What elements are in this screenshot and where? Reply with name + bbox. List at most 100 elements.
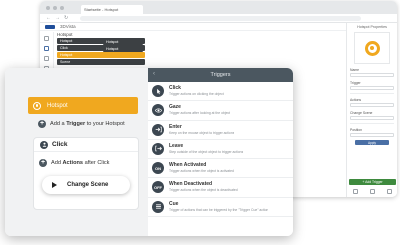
field-input[interactable] [350, 133, 394, 137]
trigger-text: Enter Keep on the mouse object to trigger… [169, 124, 234, 135]
cue-icon [152, 200, 164, 213]
trigger-item-cue[interactable]: Cue Trigger of actions that can be trigge… [148, 198, 293, 218]
add-actions-prefix: Add [51, 160, 63, 166]
app-logo-icon [45, 24, 55, 29]
trigger-description: Trigger actions when the object is activ… [169, 169, 234, 174]
user-icon [40, 140, 48, 149]
field-input[interactable] [350, 86, 394, 90]
forward-icon[interactable]: → [55, 15, 60, 21]
click-trigger-header[interactable]: Click [34, 138, 138, 152]
browser-titlebar: Startseite - Hotspot [40, 1, 397, 14]
object-list-row[interactable]: Hotspot [103, 39, 143, 45]
eye-icon [152, 104, 164, 117]
app-header: 3DVista [40, 23, 397, 31]
trigger-description: Trigger of actions that can be triggered… [169, 207, 269, 212]
tool-icon[interactable] [44, 46, 49, 51]
trigger-item-when-deactivated[interactable]: OFF When Deactivated Trigger actions when … [148, 178, 293, 198]
address-bar[interactable] [80, 15, 361, 21]
field-label: Name [350, 68, 360, 72]
add-trigger-button[interactable]: + Add Trigger [349, 179, 396, 185]
trigger-text: When Deactivated Trigger actions when the… [169, 181, 238, 192]
properties-title: Hotspot Properties [357, 25, 387, 29]
footer-icon[interactable] [353, 189, 358, 194]
field-input[interactable] [350, 103, 394, 107]
enter-icon [152, 123, 164, 136]
trigger-item-enter[interactable]: Enter Keep on the mouse object to trigger… [148, 121, 293, 140]
trigger-text: Click Trigger actions on clicking the obj… [169, 85, 224, 96]
add-trigger-suffix: to your Hotspot [85, 121, 125, 127]
add-actions-suffix: after Click [83, 160, 110, 166]
trigger-text: Leave Step outside of the object object t… [169, 143, 243, 154]
chevron-left-icon[interactable]: ‹ [153, 71, 155, 77]
play-icon [52, 182, 57, 188]
hotspot-label: Hotspot [47, 102, 68, 109]
add-actions-text: Add Actions after Click [51, 160, 109, 166]
trigger-item-when-activated[interactable]: ON When Activated Trigger actions when the… [148, 159, 293, 179]
plus-icon[interactable]: + [38, 120, 46, 128]
trigger-name: Cue [169, 200, 179, 207]
trigger-description: Trigger actions when the object is deact… [169, 188, 238, 193]
triggers-window: Hotspot + Add a Trigger to your Hotspot … [5, 68, 293, 236]
hotspot-target-icon [364, 40, 380, 56]
divider [350, 123, 394, 124]
pointer-icon [152, 85, 164, 97]
hotspot-bar[interactable]: Hotspot [28, 97, 138, 114]
trigger-name: Click [169, 85, 181, 91]
tool-icon[interactable] [44, 56, 49, 61]
properties-panel: Hotspot Properties Name Trigger Actions … [346, 23, 397, 197]
trigger-description: Step outside of the object object to tri… [169, 149, 244, 154]
footer-icon[interactable] [387, 189, 392, 194]
trigger-item-click[interactable]: Click Trigger actions on clicking the obj… [148, 82, 293, 102]
object-list-row[interactable]: Scene [57, 59, 145, 65]
hotspot-preview [354, 32, 390, 64]
trigger-description: Trigger actions after looking at the obj… [169, 111, 231, 116]
trigger-item-leave[interactable]: Leave Step outside of the object object t… [148, 140, 293, 160]
object-list-row[interactable]: Hotspot [103, 46, 143, 52]
object-list-title: Hotspot [57, 32, 73, 37]
add-actions-bold: Actions [62, 160, 84, 166]
trigger-item-gaze[interactable]: Gaze Trigger actions after looking at the… [148, 101, 293, 121]
off-icon: OFF [152, 181, 164, 194]
tool-icon[interactable] [44, 36, 49, 41]
workflow-panel: Hotspot + Add a Trigger to your Hotspot … [5, 68, 148, 236]
trigger-text: When Activated Trigger actions when the o… [169, 162, 234, 173]
properties-footer [347, 189, 397, 194]
apply-button[interactable]: Apply [355, 140, 389, 145]
plus-icon[interactable]: + [39, 159, 47, 167]
divider [350, 93, 394, 94]
app-name: 3DVista [60, 24, 76, 29]
trigger-name: Enter [169, 123, 182, 130]
add-trigger-row[interactable]: + Add a Trigger to your Hotspot [38, 120, 125, 128]
change-scene-label: Change Scene [67, 182, 109, 188]
window-dot-icon[interactable] [46, 5, 50, 10]
trigger-text: Gaze Trigger actions after looking at the… [169, 104, 230, 115]
trigger-name: When Activated [169, 162, 207, 169]
trigger-description: Trigger actions on clicking the object [169, 92, 224, 96]
footer-icon[interactable] [370, 189, 375, 194]
triggers-list: Click Trigger actions on clicking the obj… [148, 82, 293, 218]
field-label: Actions [350, 98, 362, 102]
trigger-name: Leave [169, 142, 184, 149]
trigger-name: Gaze [169, 104, 181, 111]
object-list-secondary: Hotspot Hotspot [103, 39, 143, 53]
field-input[interactable] [350, 73, 394, 77]
click-trigger-card: Click + Add Actions after Click Change S… [33, 137, 139, 210]
reload-icon[interactable]: ↻ [64, 15, 68, 21]
window-dot-icon[interactable] [60, 5, 64, 10]
trigger-name: When Deactivated [169, 181, 213, 188]
leave-icon [152, 142, 164, 155]
field-label: Trigger [350, 81, 361, 85]
click-trigger-label: Click [52, 141, 68, 148]
add-actions-row[interactable]: + Add Actions after Click [39, 159, 109, 167]
window-dot-icon[interactable] [53, 5, 57, 10]
add-trigger-prefix: Add a [50, 121, 67, 127]
browser-tab[interactable]: Startseite - Hotspot [81, 5, 143, 14]
triggers-title: Triggers [210, 72, 231, 78]
hotspot-icon [33, 101, 41, 110]
stage: Startseite - Hotspot ← → ↻ 3DVista Hotsp… [0, 0, 400, 245]
back-icon[interactable]: ← [46, 15, 51, 21]
field-input[interactable] [350, 116, 394, 120]
change-scene-button[interactable]: Change Scene [42, 176, 130, 194]
field-label: Position [350, 128, 363, 132]
triggers-list-panel: ‹ Triggers Click Trigger actions on click… [148, 68, 293, 236]
